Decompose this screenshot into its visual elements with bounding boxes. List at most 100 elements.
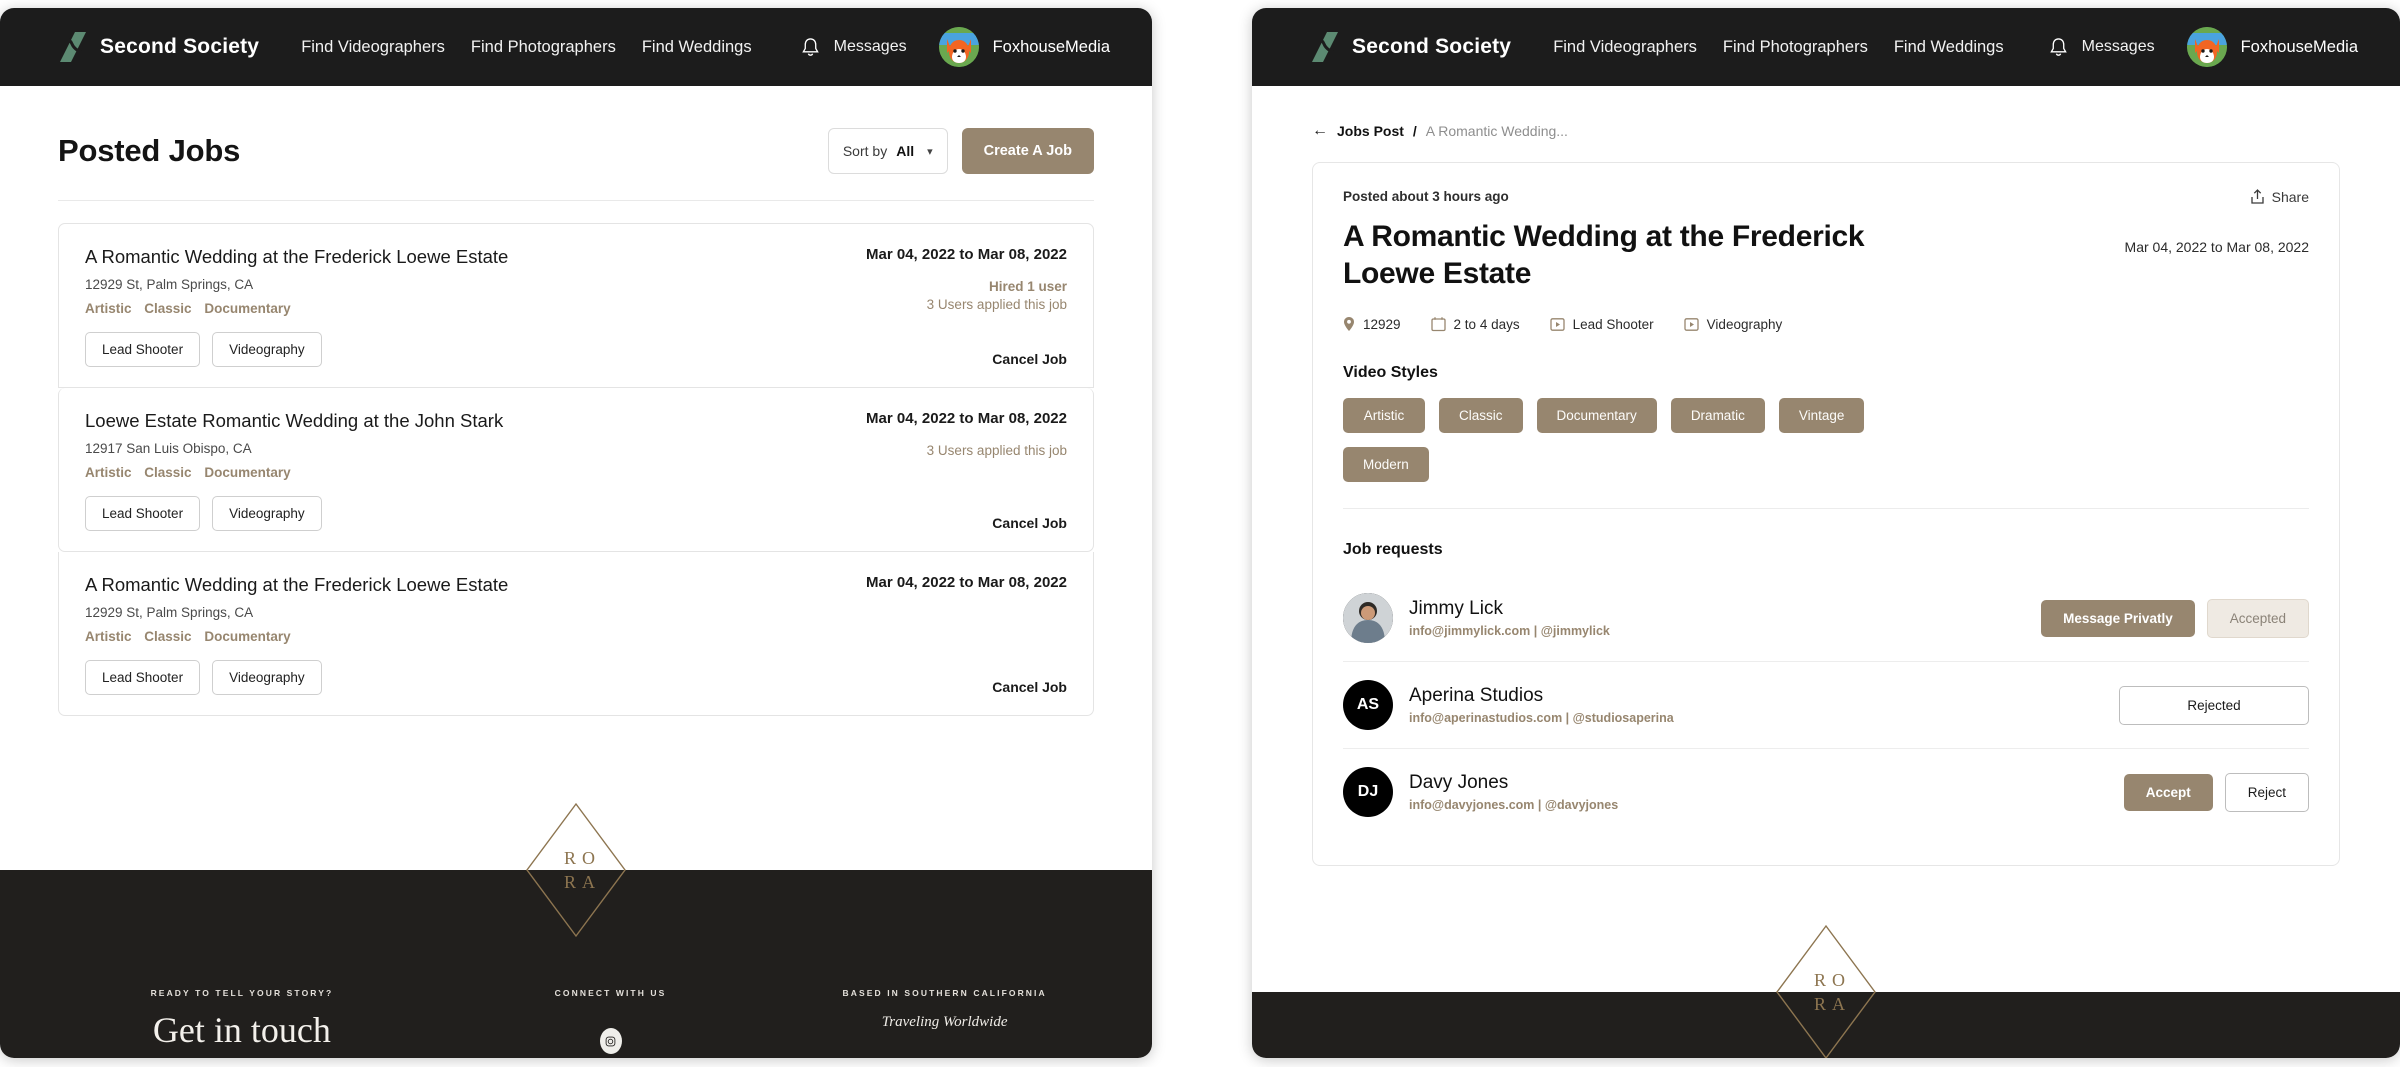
sort-by-dropdown[interactable]: Sort by All ▾ [827,128,948,174]
create-a-job-button[interactable]: Create A Job [961,128,1094,174]
messages-link[interactable]: Messages [834,38,907,56]
footer-traveling-text: Traveling Worldwide [881,1014,1008,1030]
fox-avatar-icon [2186,27,2227,67]
sort-by-prefix: Sort by [842,143,888,159]
job-role-chip-videography[interactable]: Videography [212,332,322,367]
brand-logo[interactable]: Second Society [58,31,259,63]
job-role-chips: Lead Shooter Videography [85,660,777,695]
job-role-chip-lead-shooter[interactable]: Lead Shooter [85,660,201,695]
applicant-name[interactable]: Aperina Studios [1409,685,1674,707]
job-role-chips: Lead Shooter Videography [85,496,777,531]
applicant-contact: info@aperinastudios.com | @studiosaperin… [1409,711,1674,726]
messages-link[interactable]: Messages [2082,38,2155,56]
video-style-tag-modern[interactable]: Modern [1343,447,1429,483]
user-avatar[interactable] [2186,27,2227,67]
site-footer: R O R A READY TO TELL YOUR STORY? Get in… [0,802,1152,1058]
nav-link-find-videographers[interactable]: Find Videographers [1553,38,1697,57]
brand-name: Second Society [100,35,260,58]
video-icon [1549,317,1565,331]
nav-link-find-photographers[interactable]: Find Photographers [471,38,616,57]
job-role-chip-lead-shooter[interactable]: Lead Shooter [85,332,201,367]
svg-text:R: R [564,848,576,868]
top-navigation-bar: Second Society Find Videographers Find P… [0,8,1152,86]
meta-location-label: 12929 [1363,316,1401,332]
applicant-info: Aperina Studios info@aperinastudios.com … [1409,685,1674,725]
job-meta-row: 12929 2 to 4 days Lead Shooter Videograp… [1343,316,2309,332]
job-style-tags: Artistic Classic Documentary [85,301,777,316]
primary-nav-links: Find Videographers Find Photographers Fi… [301,38,751,57]
job-request-row: Jimmy Lick info@jimmylick.com | @jimmyli… [1343,575,2309,661]
location-pin-icon [1344,317,1354,332]
applicant-avatar[interactable]: AS [1343,680,1393,731]
video-style-tag-documentary[interactable]: Documentary [1536,398,1657,434]
applicant-avatar[interactable] [1343,593,1393,644]
screenshot-root: Second Society Find Videographers Find P… [0,0,2400,1067]
meta-location: 12929 [1343,316,1401,332]
reject-button[interactable]: Reject [2224,772,2309,812]
job-title[interactable]: A Romantic Wedding at the Frederick Loew… [85,574,777,596]
footer-kicker-story: READY TO TELL YOUR STORY? [150,988,334,998]
applicant-contact: info@davyjones.com | @davyjones [1409,798,1619,813]
applicant-actions: Accept Reject [2123,772,2309,812]
job-style-tag: Classic [144,465,192,480]
job-style-tag: Artistic [85,465,132,480]
job-title[interactable]: A Romantic Wedding at the Frederick Loew… [85,246,777,268]
video-style-tag-artistic[interactable]: Artistic [1343,398,1425,434]
job-style-tag: Artistic [85,629,132,644]
accept-button[interactable]: Accept [2123,773,2213,811]
video-style-tag-classic[interactable]: Classic [1439,398,1523,434]
job-role-chip-videography[interactable]: Videography [212,660,322,695]
user-name-label[interactable]: FoxhouseMedia [2241,38,2358,57]
second-society-logo-icon [60,32,86,62]
user-name-label[interactable]: FoxhouseMedia [993,38,1110,57]
job-role-chip-lead-shooter[interactable]: Lead Shooter [85,496,201,531]
brand-logo[interactable]: Second Society [1310,31,1511,63]
posted-timestamp: Posted about 3 hours ago [1343,189,1509,204]
notification-bell-icon[interactable] [801,37,820,58]
user-avatar[interactable] [938,27,979,67]
meta-role-label: Lead Shooter [1572,316,1654,332]
job-detail-body: ← Jobs Post / A Romantic Wedding... Post… [1252,86,2400,867]
svg-text:O: O [1832,970,1845,990]
job-request-row: DJ Davy Jones info@davyjones.com | @davy… [1343,748,2309,835]
footer-get-in-touch-link[interactable]: Get in touch [153,1012,331,1058]
nav-link-find-photographers[interactable]: Find Photographers [1723,38,1868,57]
applicant-avatar[interactable]: DJ [1343,767,1393,818]
job-card[interactable]: Loewe Estate Romantic Wedding at the Joh… [58,388,1094,552]
styles-requests-divider [1343,508,2309,510]
meta-duration: 2 to 4 days [1430,316,1520,332]
nav-link-find-videographers[interactable]: Find Videographers [301,38,445,57]
share-button[interactable]: Share [2250,189,2309,205]
job-date-range: Mar 04, 2022 to Mar 08, 2022 [866,410,1067,427]
page-header-row: Posted Jobs Sort by All ▾ Create A Job [58,86,1094,200]
video-style-tag-vintage[interactable]: Vintage [1778,398,1865,434]
nav-link-find-weddings[interactable]: Find Weddings [642,38,752,57]
calendar-icon [1430,317,1446,332]
video-style-tag-dramatic[interactable]: Dramatic [1670,398,1765,434]
applicant-name[interactable]: Jimmy Lick [1409,598,1610,620]
notification-bell-icon[interactable] [2049,37,2068,58]
job-card-side: Mar 04, 2022 to Mar 08, 2022 Hired 1 use… [777,246,1067,367]
breadcrumb-current: A Romantic Wedding... [1425,123,1568,139]
job-role-chip-videography[interactable]: Videography [212,496,322,531]
back-arrow-icon[interactable]: ← [1312,122,1328,140]
job-card-main: A Romantic Wedding at the Frederick Loew… [85,246,777,367]
job-title[interactable]: Loewe Estate Romantic Wedding at the Joh… [85,410,777,432]
breadcrumb-root-link[interactable]: Jobs Post [1337,123,1404,139]
cancel-job-button[interactable]: Cancel Job [777,351,1067,367]
job-card[interactable]: A Romantic Wedding at the Frederick Loew… [58,552,1094,716]
meta-role-videography: Videography [1684,317,1782,332]
top-navigation-bar: Second Society Find Videographers Find P… [1252,8,2400,86]
instagram-icon[interactable] [599,1028,622,1054]
applicant-name[interactable]: Davy Jones [1409,772,1618,794]
accepted-status-button: Accepted [2206,598,2309,638]
job-card[interactable]: A Romantic Wedding at the Frederick Loew… [58,223,1094,388]
nav-link-find-weddings[interactable]: Find Weddings [1894,38,2004,57]
cancel-job-button[interactable]: Cancel Job [777,679,1067,695]
message-privately-button[interactable]: Message Privatly [2041,599,2195,637]
job-card-main: A Romantic Wedding at the Frederick Loew… [85,574,777,695]
job-card-side: Mar 04, 2022 to Mar 08, 2022 Cancel Job [777,574,1067,695]
browser-window-jobs-list: Second Society Find Videographers Find P… [0,8,1152,1058]
cancel-job-button[interactable]: Cancel Job [777,515,1067,531]
footer-col-contact: READY TO TELL YOUR STORY? Get in touch [0,988,484,1058]
